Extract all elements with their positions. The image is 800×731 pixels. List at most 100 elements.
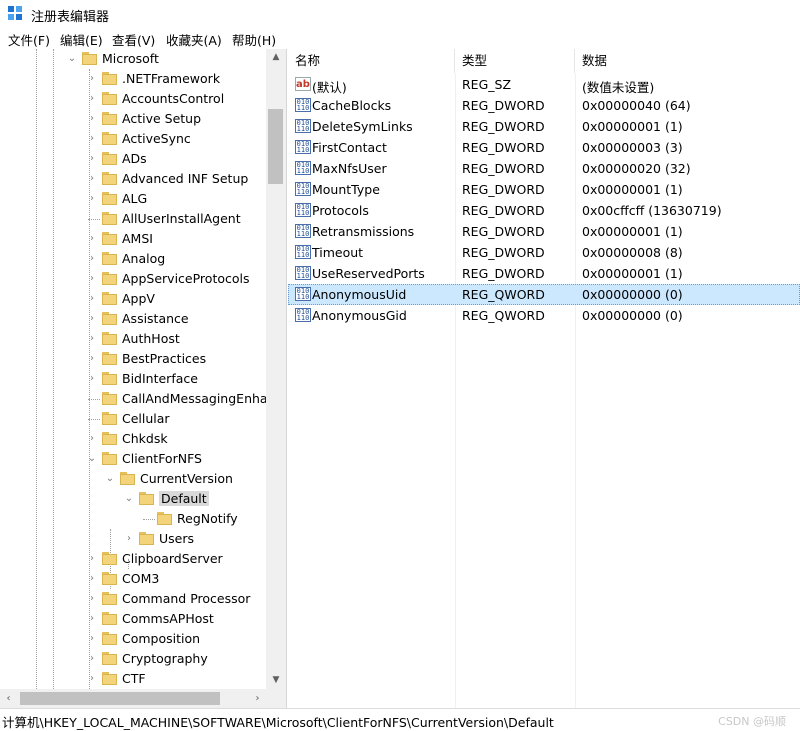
tree-item[interactable]: › CTF xyxy=(0,669,266,689)
expand-chevron-icon[interactable]: › xyxy=(86,309,98,329)
tree-item[interactable]: › AMSI xyxy=(0,229,266,249)
tree-item[interactable]: › Users xyxy=(0,529,266,549)
value-row[interactable]: 010 110 Timeout REG_DWORD 0x00000008 (8) xyxy=(288,242,800,263)
tree-item[interactable]: › Advanced INF Setup xyxy=(0,169,266,189)
expand-chevron-icon[interactable]: › xyxy=(86,549,98,569)
tree-item[interactable]: › Cryptography xyxy=(0,649,266,669)
tree-item[interactable]: › AuthHost xyxy=(0,329,266,349)
tree-item[interactable]: › Active Setup xyxy=(0,109,266,129)
collapse-chevron-icon[interactable]: ⌄ xyxy=(104,469,116,489)
column-name-header[interactable]: 名称 xyxy=(288,49,455,73)
expand-chevron-icon[interactable]: › xyxy=(86,609,98,629)
tree-item[interactable]: ⌄ Microsoft xyxy=(0,49,266,69)
tree-item[interactable]: › AccountsControl xyxy=(0,89,266,109)
tree-vertical-scrollbar[interactable]: ▲ ▼ xyxy=(266,49,286,689)
expand-chevron-icon[interactable]: › xyxy=(86,269,98,289)
scroll-down-icon[interactable]: ▼ xyxy=(266,672,286,689)
scroll-right-icon[interactable]: › xyxy=(249,689,266,708)
tree-item[interactable]: › ActiveSync xyxy=(0,129,266,149)
value-name: AnonymousUid xyxy=(312,287,407,302)
expand-chevron-icon[interactable]: › xyxy=(86,349,98,369)
tree-item[interactable]: ⌄ Default xyxy=(0,489,266,509)
value-row[interactable]: ab (默认) REG_SZ (数值未设置) xyxy=(288,74,800,95)
value-row[interactable]: 010 110 DeleteSymLinks REG_DWORD 0x00000001 … xyxy=(288,116,800,137)
tree-item[interactable]: Cellular xyxy=(0,409,266,429)
collapse-chevron-icon[interactable]: ⌄ xyxy=(123,489,135,509)
expand-chevron-icon[interactable]: › xyxy=(86,149,98,169)
tree-item[interactable]: › COM3 xyxy=(0,569,266,589)
menu-file[interactable]: 文件(F) xyxy=(8,30,50,49)
tree-item[interactable]: RegNotify xyxy=(0,509,266,529)
collapse-chevron-icon[interactable]: ⌄ xyxy=(86,449,98,469)
expand-chevron-icon[interactable]: › xyxy=(86,229,98,249)
tree-item[interactable]: AllUserInstallAgent xyxy=(0,209,266,229)
value-row[interactable]: 010 110 Protocols REG_DWORD 0x00cffcff (1363… xyxy=(288,200,800,221)
expand-chevron-icon[interactable]: › xyxy=(86,369,98,389)
expand-chevron-icon[interactable]: › xyxy=(86,249,98,269)
expand-chevron-icon[interactable]: › xyxy=(86,329,98,349)
binary-value-icon: 010 110 xyxy=(295,266,311,280)
value-row[interactable]: 010 110 CacheBlocks REG_DWORD 0x00000040 (64… xyxy=(288,95,800,116)
tree-item[interactable]: CallAndMessagingEnhan xyxy=(0,389,266,409)
expand-chevron-icon[interactable]: › xyxy=(86,669,98,689)
tree-item[interactable]: › AppServiceProtocols xyxy=(0,269,266,289)
tree-item[interactable]: › CommsAPHost xyxy=(0,609,266,629)
expand-chevron-icon[interactable]: › xyxy=(86,569,98,589)
expand-chevron-icon[interactable]: › xyxy=(86,189,98,209)
column-data-header[interactable]: 数据 xyxy=(575,49,800,73)
tree-item[interactable]: › ADs xyxy=(0,149,266,169)
scroll-thumb[interactable] xyxy=(268,109,283,184)
menu-help[interactable]: 帮助(H) xyxy=(232,30,276,49)
expand-chevron-icon[interactable]: › xyxy=(123,529,135,549)
tree-item[interactable]: › ALG xyxy=(0,189,266,209)
tree-item[interactable]: › BidInterface xyxy=(0,369,266,389)
expand-chevron-icon[interactable]: › xyxy=(86,169,98,189)
tree-item[interactable]: › BestPractices xyxy=(0,349,266,369)
expand-chevron-icon[interactable]: › xyxy=(86,629,98,649)
folder-icon xyxy=(139,532,154,545)
tree-item[interactable]: › .NETFramework xyxy=(0,69,266,89)
tree-item[interactable]: ⌄ ClientForNFS xyxy=(0,449,266,469)
key-tree-pane[interactable]: ⌄ Microsoft › .NETFramework › AccountsControl… xyxy=(0,49,287,708)
value-row[interactable]: 010 110 Retransmissions REG_DWORD 0x00000001… xyxy=(288,221,800,242)
scroll-thumb[interactable] xyxy=(20,692,220,705)
values-pane[interactable]: 名称 类型 数据 ab (默认) REG_SZ (数值未设置) 010 110 CacheB… xyxy=(288,49,800,708)
expand-chevron-icon[interactable]: › xyxy=(86,89,98,109)
expand-chevron-icon[interactable]: › xyxy=(86,589,98,609)
tree-item-label: ADs xyxy=(122,151,147,166)
tree-item-label: CurrentVersion xyxy=(140,471,233,486)
tree-item[interactable]: ⌄ CurrentVersion xyxy=(0,469,266,489)
scroll-up-icon[interactable]: ▲ xyxy=(266,49,286,66)
value-row[interactable]: 010 110 MaxNfsUser REG_DWORD 0x00000020 (32) xyxy=(288,158,800,179)
collapse-chevron-icon[interactable]: ⌄ xyxy=(66,49,78,69)
tree-item[interactable]: › Composition xyxy=(0,629,266,649)
value-row[interactable]: 010 110 UseReservedPorts REG_DWORD 0x0000000… xyxy=(288,263,800,284)
tree-item[interactable]: › Assistance xyxy=(0,309,266,329)
tree-item[interactable]: › AppV xyxy=(0,289,266,309)
value-name: MaxNfsUser xyxy=(312,161,387,176)
value-data: 0x00000000 (0) xyxy=(582,287,683,302)
tree-item[interactable]: › Analog xyxy=(0,249,266,269)
tree-item[interactable]: › Chkdsk xyxy=(0,429,266,449)
expand-chevron-icon[interactable]: › xyxy=(86,109,98,129)
expand-chevron-icon[interactable]: › xyxy=(86,69,98,89)
folder-icon xyxy=(102,292,117,305)
title-bar: 注册表编辑器 xyxy=(0,0,800,28)
tree-horizontal-scrollbar[interactable]: ‹ › xyxy=(0,689,266,708)
expand-chevron-icon[interactable]: › xyxy=(86,129,98,149)
binary-value-icon: 010 110 xyxy=(295,98,311,112)
value-row[interactable]: 010 110 AnonymousUid REG_QWORD 0x00000000 (0… xyxy=(288,284,800,305)
menu-edit[interactable]: 编辑(E) xyxy=(60,30,103,49)
value-row[interactable]: 010 110 MountType REG_DWORD 0x00000001 (1) xyxy=(288,179,800,200)
value-row[interactable]: 010 110 AnonymousGid REG_QWORD 0x00000000 (0… xyxy=(288,305,800,326)
expand-chevron-icon[interactable]: › xyxy=(86,289,98,309)
menu-view[interactable]: 查看(V) xyxy=(112,30,155,49)
menu-favorites[interactable]: 收藏夹(A) xyxy=(166,30,222,49)
expand-chevron-icon[interactable]: › xyxy=(86,649,98,669)
column-type-header[interactable]: 类型 xyxy=(455,49,575,73)
scroll-left-icon[interactable]: ‹ xyxy=(0,689,17,708)
tree-item[interactable]: › ClipboardServer xyxy=(0,549,266,569)
tree-item[interactable]: › Command Processor xyxy=(0,589,266,609)
value-row[interactable]: 010 110 FirstContact REG_DWORD 0x00000003 (3… xyxy=(288,137,800,158)
expand-chevron-icon[interactable]: › xyxy=(86,429,98,449)
